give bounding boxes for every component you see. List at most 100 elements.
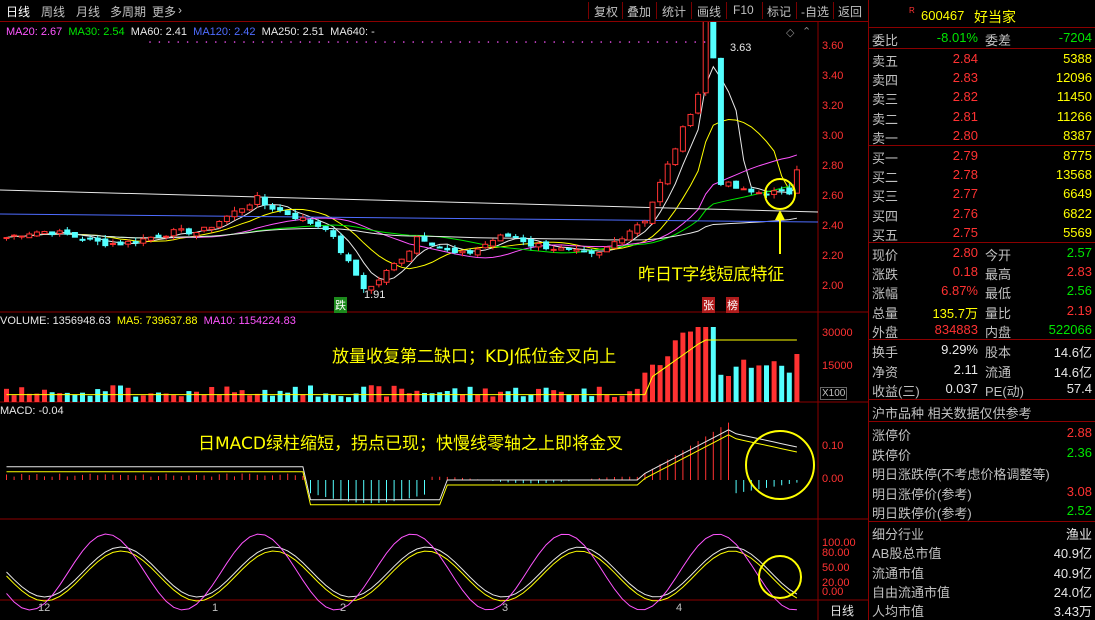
- expand-icon[interactable]: ⌃: [802, 25, 811, 38]
- volume-bar: [741, 359, 747, 402]
- candle-body: [588, 250, 595, 254]
- volume-unit-label: X100: [820, 387, 848, 400]
- marker-dot: [374, 41, 377, 43]
- draw-line-button[interactable]: 画线: [697, 3, 721, 20]
- date-tick-label: 3: [502, 602, 509, 614]
- volume-bar: [536, 388, 541, 402]
- candle-body: [147, 236, 154, 241]
- kdj-j-line: [6, 533, 797, 611]
- volume-bar: [672, 340, 678, 402]
- candle-body: [603, 246, 610, 253]
- ma-line: [6, 217, 797, 241]
- candle-body: [755, 192, 762, 195]
- marker-dot: [186, 41, 189, 43]
- candle-body: [459, 250, 466, 254]
- ask-level: 卖一 2.80 8387: [869, 126, 1095, 146]
- marker-dot: [224, 41, 226, 43]
- volume-bar: [338, 396, 344, 402]
- candle-body: [330, 230, 337, 237]
- back-button[interactable]: 返回: [838, 3, 862, 20]
- industry-row: 细分行业 渔业: [869, 522, 1095, 542]
- kline-chart-area[interactable]: MA20: 2.67 MA30: 2.54 MA60: 2.41 MA120: …: [0, 22, 868, 620]
- candle-body: [573, 249, 580, 252]
- limit-down-badge[interactable]: 跌: [334, 297, 347, 313]
- ask-price: 2.83: [952, 70, 978, 86]
- tab-multi-period[interactable]: 多周期: [110, 3, 146, 20]
- volume-bar: [482, 388, 488, 402]
- stock-header: R 600467 好当家: [869, 3, 1095, 25]
- candle-body: [109, 243, 116, 246]
- quote-value: 135.7万: [932, 305, 978, 321]
- ma-line: [6, 119, 797, 270]
- volume-bar: [444, 391, 450, 402]
- volume-bar: [460, 394, 465, 402]
- candle-body: [611, 241, 618, 249]
- ask-price: 2.84: [952, 51, 978, 66]
- limit-label: 涨停价: [872, 428, 912, 443]
- bid-level: 买五 2.75 5569: [869, 223, 1095, 243]
- ask-volume: 11450: [1056, 89, 1092, 105]
- overlay-button[interactable]: 叠加: [627, 3, 651, 20]
- bid-price: 2.77: [952, 186, 978, 202]
- ma120-line: [0, 213, 819, 223]
- volume-bar: [650, 364, 655, 402]
- volume-bar: [589, 396, 595, 402]
- candle-body: [284, 210, 291, 216]
- volume-bar: [627, 391, 633, 402]
- industry-value: 渔业: [1065, 527, 1092, 542]
- candle-body: [337, 235, 344, 254]
- candle-body: [391, 263, 398, 271]
- stock-code[interactable]: 600467: [921, 8, 964, 23]
- marker-dot: [290, 41, 292, 43]
- ranking-badge[interactable]: 榜: [726, 297, 739, 313]
- marker-dot: [346, 41, 349, 43]
- ask-level: 卖二 2.81 11266: [869, 107, 1095, 127]
- quote-label: 量比: [985, 305, 1012, 321]
- limit-up-badge[interactable]: 张: [702, 297, 715, 313]
- candle-body: [497, 234, 504, 242]
- marker-dot: [168, 41, 170, 43]
- f10-button[interactable]: F10: [733, 3, 754, 17]
- limit-row: 跌停价 2.36: [869, 443, 1095, 463]
- volume-bar: [102, 391, 108, 402]
- date-tick-label: 2: [340, 602, 347, 614]
- statistics-button[interactable]: 统计: [662, 3, 686, 20]
- marker-dot: [619, 41, 621, 43]
- candle-body: [375, 279, 382, 286]
- volume-bar: [201, 394, 207, 402]
- diamond-icon[interactable]: ◇: [786, 26, 794, 39]
- ma-line: [6, 65, 798, 281]
- marker-dot: [271, 41, 274, 43]
- volume-bar: [87, 395, 93, 402]
- toolbar-divider: [691, 2, 692, 19]
- bid-price: 2.76: [952, 205, 978, 221]
- candle-body: [505, 233, 512, 237]
- tab-daily[interactable]: 日线: [6, 3, 30, 20]
- date-tick-label: 12: [38, 602, 51, 614]
- remove-watchlist-button[interactable]: -自选: [801, 3, 829, 20]
- fundamental-value: 2.11: [953, 361, 978, 377]
- axis-tick-label: 2.00: [822, 280, 844, 292]
- limit-value: 2.52: [1066, 503, 1092, 518]
- stock-name[interactable]: 好当家: [974, 7, 1016, 27]
- candle-body: [193, 232, 200, 237]
- bid-label: 买四: [872, 208, 899, 224]
- marker-dot: [572, 41, 574, 43]
- toolbar-divider: [833, 2, 834, 19]
- tab-weekly[interactable]: 周线: [41, 3, 65, 20]
- quote-value: 6.87%: [941, 283, 978, 299]
- limit-label: 明日涨跌停(不考虑价格调整等): [872, 467, 1050, 482]
- chevron-right-icon[interactable]: ›: [178, 3, 182, 17]
- candle-body: [482, 243, 489, 249]
- volume-bar: [695, 327, 701, 402]
- limit-value: 2.36: [1066, 444, 1092, 460]
- mark-button[interactable]: 标记: [767, 3, 791, 20]
- tab-more[interactable]: 更多: [152, 3, 176, 20]
- bid-label: 买二: [872, 170, 899, 186]
- volume-bar: [726, 375, 731, 402]
- volume-bar: [262, 389, 268, 402]
- tab-monthly[interactable]: 月线: [76, 3, 100, 20]
- limit-row: 涨停价 2.88: [869, 423, 1095, 443]
- bid-volume: 6649: [1063, 186, 1092, 202]
- adjust-button[interactable]: 复权: [594, 3, 618, 20]
